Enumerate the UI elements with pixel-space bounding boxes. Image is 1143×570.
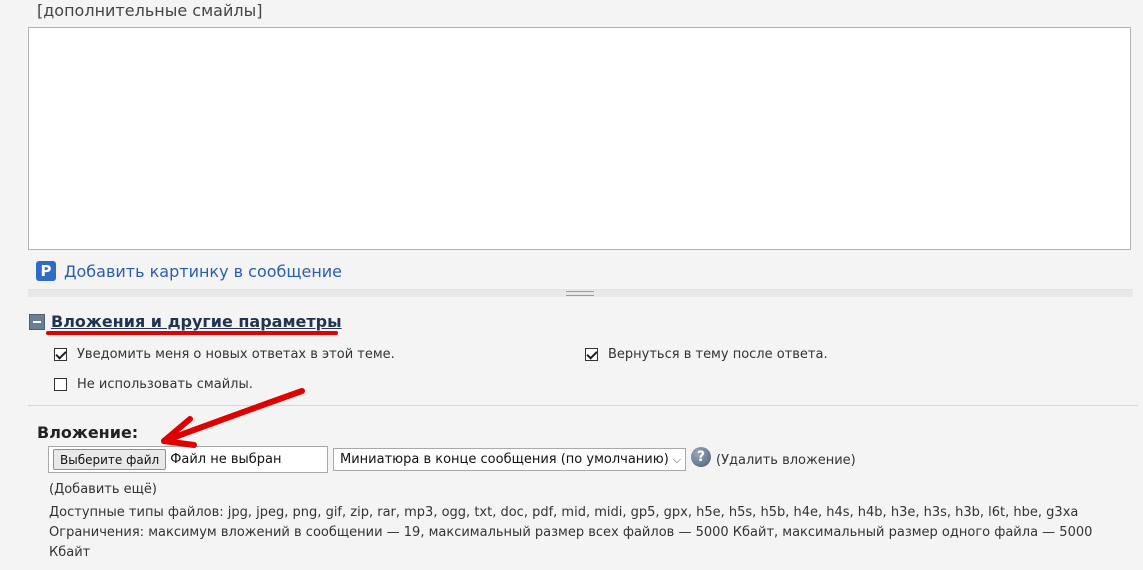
choose-file-button[interactable]: Выберите файл: [53, 449, 167, 470]
more-smilies-link[interactable]: [дополнительные смайлы]: [37, 1, 262, 20]
limits-text: Ограничения: максимум вложений в сообщен…: [49, 525, 1093, 540]
add-more-link[interactable]: (Добавить ещё): [49, 482, 157, 497]
help-icon[interactable]: ?: [691, 447, 711, 467]
red-arrow-annotation: [161, 388, 305, 448]
no-smilies-checkbox[interactable]: [54, 378, 67, 391]
add-picture-link[interactable]: P Добавить картинку в сообщение: [36, 260, 342, 282]
add-picture-label: Добавить картинку в сообщение: [64, 261, 343, 281]
resize-grip-icon: [566, 291, 594, 296]
notify-label: Уведомить меня о новых ответах в этой те…: [77, 347, 395, 362]
return-checkbox[interactable]: [585, 348, 598, 361]
remove-attachment-link[interactable]: (Удалить вложение): [716, 453, 856, 468]
notify-option[interactable]: Уведомить меня о новых ответах в этой те…: [54, 347, 395, 362]
section-title[interactable]: Вложения и другие параметры: [51, 312, 342, 331]
thumbnail-select-value: Миниатюра в конце сообщения (по умолчани…: [340, 452, 669, 467]
thumbnail-select[interactable]: Миниатюра в конце сообщения (по умолчани…: [333, 448, 686, 471]
file-input[interactable]: Выберите файл Файл не выбран: [48, 446, 328, 473]
collapse-icon[interactable]: [29, 313, 45, 330]
attachments-section-header[interactable]: Вложения и другие параметры: [29, 312, 342, 331]
return-option[interactable]: Вернуться в тему после ответа.: [585, 347, 828, 362]
notify-checkbox[interactable]: [54, 348, 67, 361]
return-label: Вернуться в тему после ответа.: [608, 347, 828, 362]
red-underline-annotation: [46, 331, 338, 335]
attachment-label: Вложение:: [37, 423, 139, 442]
allowed-types-text: Доступные типы файлов: jpg, jpeg, png, g…: [49, 505, 1079, 520]
textarea-resize-handle[interactable]: [28, 289, 1133, 297]
message-textarea[interactable]: [28, 27, 1131, 250]
limits-text-cont: Кбайт: [49, 545, 91, 560]
picture-service-icon: P: [36, 261, 56, 281]
chevron-down-icon: ⌵: [672, 452, 682, 466]
file-status: Файл не выбран: [170, 452, 282, 467]
